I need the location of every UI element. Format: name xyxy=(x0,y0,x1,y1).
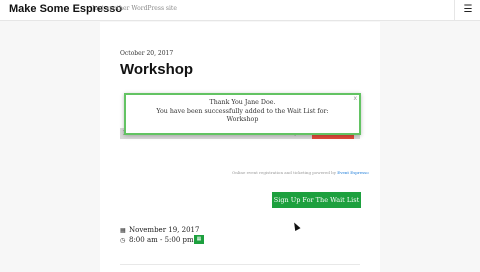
event-datetime-date: November 19, 2017 xyxy=(129,226,200,234)
clock-icon: ◷ xyxy=(120,237,126,244)
powered-by-note: Online event registration and ticketing … xyxy=(232,170,369,175)
dialog-message: Thank You Jane Doe. You have been succes… xyxy=(126,99,359,125)
dialog-line-thanks: Thank You Jane Doe. xyxy=(209,99,276,106)
menu-toggle-button[interactable]: ☰ xyxy=(454,0,480,20)
add-to-calendar-icon[interactable]: ▦ xyxy=(194,235,204,244)
event-datetime-time: 8:00 am - 5:00 pm xyxy=(129,236,194,244)
hamburger-menu-icon: ☰ xyxy=(463,4,473,15)
waitlist-confirmation-dialog: Thank You Jane Doe. You have been succes… xyxy=(124,93,361,135)
event-posted-date: October 20, 2017 xyxy=(120,50,174,57)
close-icon[interactable]: x xyxy=(353,95,357,103)
event-espresso-link[interactable]: Event Espresso xyxy=(337,170,368,175)
site-header: Make Some Espresso Just another WordPres… xyxy=(0,0,480,21)
divider xyxy=(120,264,360,265)
sign-up-wait-list-button[interactable]: Sign Up For The Wait List xyxy=(272,192,361,208)
content-panel xyxy=(100,22,380,272)
site-tagline: Just another WordPress site xyxy=(92,5,177,12)
dialog-line-event: Workshop xyxy=(226,116,259,123)
calendar-icon: ▦ xyxy=(120,227,126,234)
event-title: Workshop xyxy=(120,61,194,78)
powered-by-text: Online event registration and ticketing … xyxy=(232,170,336,175)
dialog-line-success: You have been successfully added to the … xyxy=(156,107,329,115)
